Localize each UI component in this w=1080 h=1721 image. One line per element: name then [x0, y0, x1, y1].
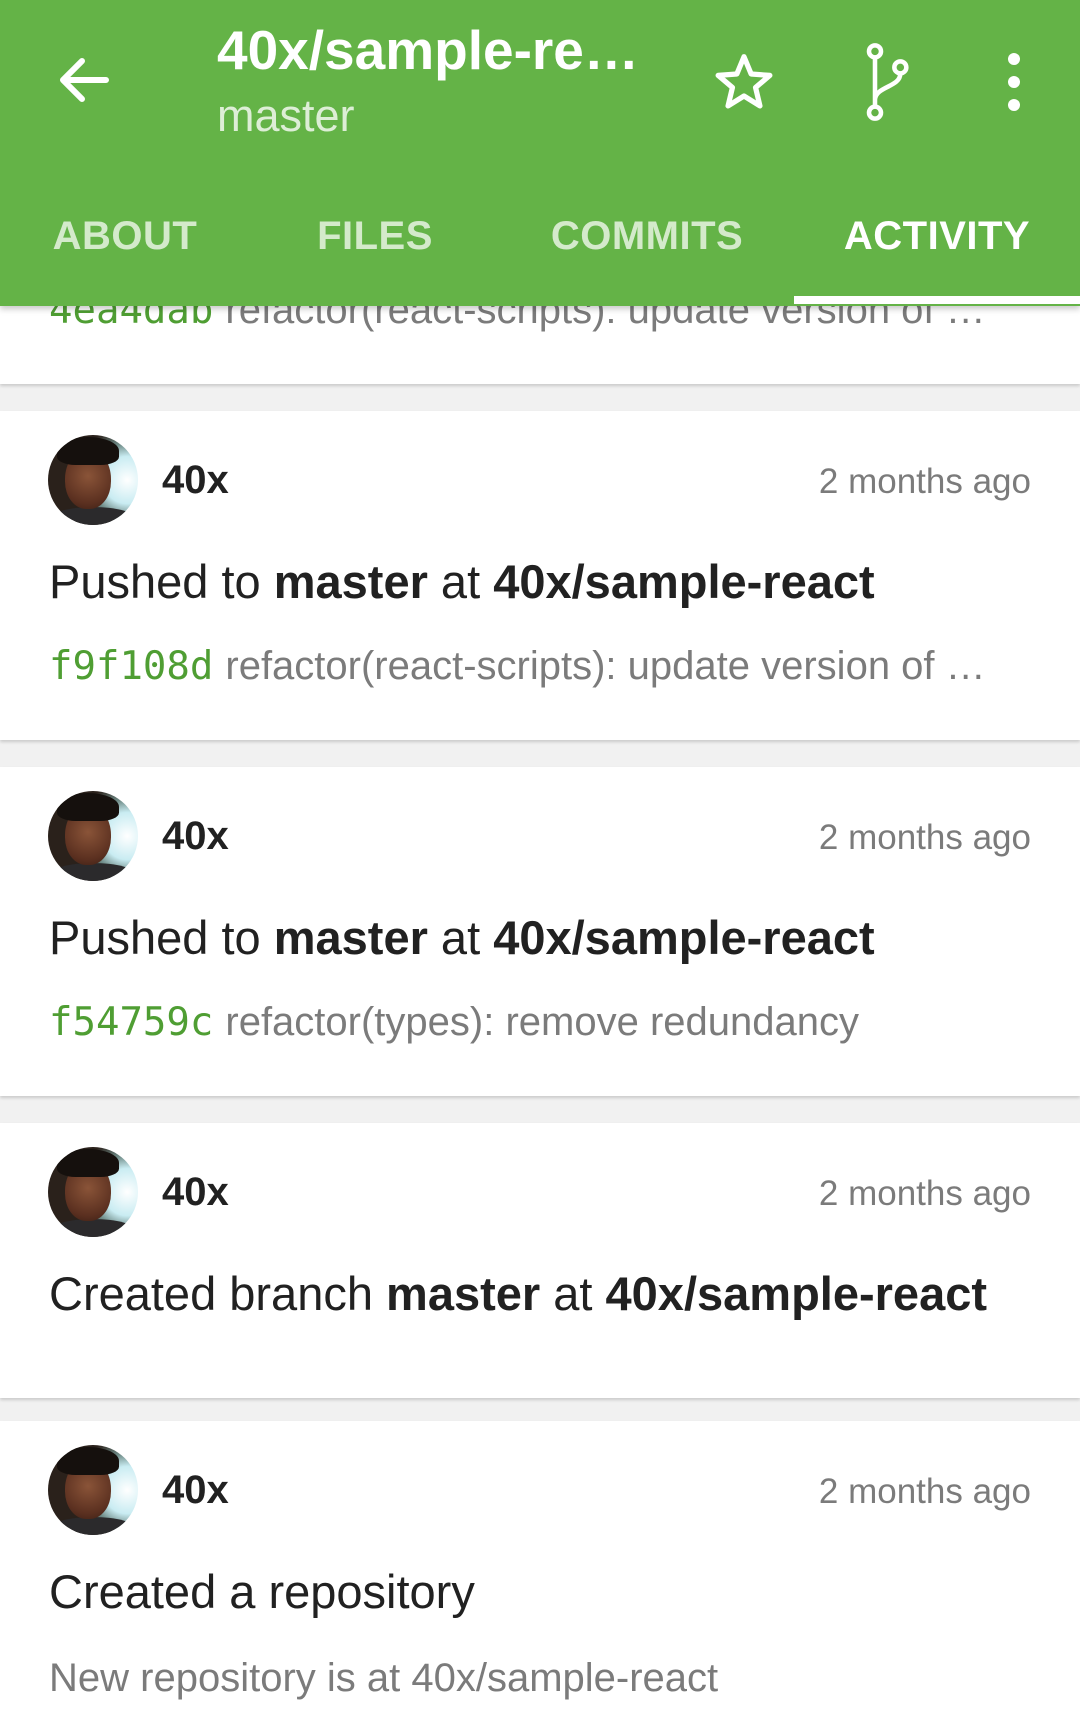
- action-verb: Pushed to: [49, 911, 274, 964]
- activity-text: Pushed to master at 40x/sample-react: [49, 554, 875, 609]
- commit-line: f9f108d refactor(react-scripts): update v…: [49, 644, 1029, 689]
- more-button[interactable]: [974, 42, 1054, 122]
- tab-indicator: [794, 296, 1080, 304]
- branch-name[interactable]: master: [274, 911, 428, 964]
- action-connector: at: [540, 1267, 606, 1320]
- activity-text: Created branch master at 40x/sample-reac…: [49, 1266, 987, 1321]
- commit-line: f54759c refactor(types): remove redundanc…: [49, 1000, 1029, 1045]
- action-connector: at: [427, 555, 494, 608]
- activity-card[interactable]: 40x 2 months ago Pushed to master at 40x…: [0, 411, 1080, 740]
- branch-subtitle: master: [217, 90, 355, 141]
- username[interactable]: 40x: [162, 458, 229, 503]
- avatar[interactable]: [48, 1147, 138, 1237]
- commit-message: refactor(react-scripts): update version …: [225, 644, 986, 688]
- commit-sha[interactable]: f54759c: [49, 1000, 213, 1045]
- action-verb: Pushed to: [49, 555, 274, 608]
- star-outline-icon: [715, 54, 773, 109]
- activity-card[interactable]: 40x 2 months ago Pushed to master at 40x…: [0, 767, 1080, 1096]
- commit-message: refactor(types): remove redundancy: [225, 1000, 859, 1044]
- repo-name[interactable]: 40x/sample-react: [606, 1267, 987, 1320]
- timestamp: 2 months ago: [818, 818, 1031, 857]
- activity-text: Pushed to master at 40x/sample-react: [49, 910, 875, 965]
- action-connector: at: [427, 911, 494, 964]
- username[interactable]: 40x: [162, 814, 229, 859]
- tab-activity[interactable]: ACTIVITY: [794, 196, 1080, 306]
- activity-text: Created a repository: [49, 1565, 475, 1618]
- activity-card[interactable]: 40x 2 months ago Created a repository Ne…: [0, 1421, 1080, 1721]
- repo-name[interactable]: 40x/sample-react: [493, 911, 874, 964]
- branch-name[interactable]: master: [274, 555, 428, 608]
- timestamp: 2 months ago: [818, 1174, 1031, 1213]
- tab-files[interactable]: FILES: [250, 196, 500, 306]
- tab-bar: ABOUT FILES COMMITS ACTIVITY: [0, 196, 1080, 306]
- star-button[interactable]: [704, 42, 784, 122]
- arrow-left-icon: [60, 58, 109, 102]
- title-block: 40x/sample-re… master: [217, 14, 667, 144]
- branch-button[interactable]: [847, 42, 927, 122]
- action-verb: Created branch: [49, 1267, 387, 1320]
- tab-commits[interactable]: COMMITS: [500, 196, 794, 306]
- app-bar: 40x/sample-re… master ABOUT FILES COMMIT…: [0, 0, 1080, 306]
- username[interactable]: 40x: [162, 1468, 229, 1513]
- username[interactable]: 40x: [162, 1170, 229, 1215]
- tab-about[interactable]: ABOUT: [0, 196, 250, 306]
- avatar[interactable]: [48, 791, 138, 881]
- timestamp: 2 months ago: [818, 462, 1031, 501]
- git-branch-icon: [866, 43, 909, 121]
- repo-title: 40x/sample-re…: [217, 19, 639, 81]
- repo-name[interactable]: 40x/sample-react: [493, 555, 874, 608]
- timestamp: 2 months ago: [818, 1472, 1031, 1511]
- activity-card[interactable]: 40x 2 months ago Created branch master a…: [0, 1123, 1080, 1398]
- avatar[interactable]: [48, 1445, 138, 1535]
- commit-sha[interactable]: f9f108d: [49, 644, 213, 689]
- back-button[interactable]: [52, 48, 116, 112]
- more-vert-icon: [1008, 53, 1020, 111]
- branch-name[interactable]: master: [386, 1267, 540, 1320]
- activity-detail: New repository is at 40x/sample-react: [49, 1656, 719, 1700]
- avatar[interactable]: [48, 435, 138, 525]
